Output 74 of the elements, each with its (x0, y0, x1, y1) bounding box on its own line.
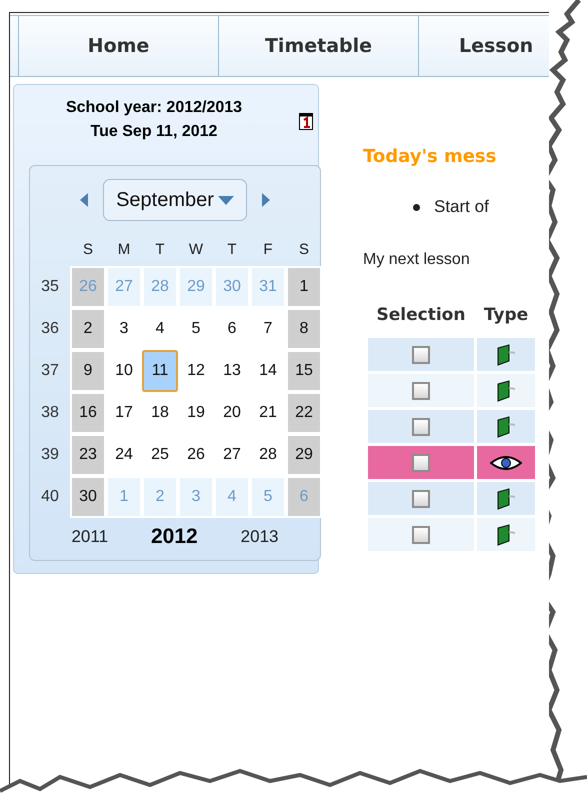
checkbox[interactable] (412, 418, 430, 436)
board-icon (496, 524, 516, 546)
checkbox[interactable] (412, 490, 430, 508)
calendar-day[interactable]: 24 (106, 434, 142, 476)
weekday-label: F (262, 240, 274, 260)
calendar-day[interactable]: 26 (178, 434, 214, 476)
calendar-day[interactable]: 16 (70, 392, 106, 434)
calendar-day[interactable]: 21 (250, 392, 286, 434)
board-icon (496, 488, 516, 510)
board-icon (496, 344, 516, 366)
week-number: 40 (40, 487, 60, 507)
year-link[interactable]: 2012 (144, 524, 204, 550)
calendar-day[interactable]: 13 (214, 350, 250, 392)
message-text: Start of (434, 197, 489, 217)
calendar-day[interactable]: 29 (286, 434, 322, 476)
calendar-day[interactable]: 22 (286, 392, 322, 434)
school-year: School year: 2012/2013 (66, 99, 242, 117)
year-link[interactable]: 2011 (65, 524, 114, 550)
calendar-day[interactable]: 20 (214, 392, 250, 434)
checkbox[interactable] (412, 454, 430, 472)
week-number: 37 (40, 361, 60, 381)
calendar-day[interactable]: 14 (250, 350, 286, 392)
week-number: 38 (40, 403, 60, 423)
calendar-day[interactable]: 12 (178, 350, 214, 392)
week-number: 35 (40, 277, 60, 297)
weekday-label: T (154, 240, 166, 260)
column-header: Type (482, 305, 530, 327)
calendar-day[interactable]: 11 (142, 350, 178, 392)
week-number: 36 (40, 319, 60, 339)
calendar-day[interactable]: 8 (286, 308, 322, 350)
calendar-day[interactable]: 6 (214, 308, 250, 350)
eye-icon (490, 454, 522, 470)
nav-tab[interactable]: Lesson (419, 16, 539, 76)
calendar-day[interactable]: 30 (70, 476, 106, 518)
calendar-day[interactable]: 15 (286, 350, 322, 392)
checkbox[interactable] (412, 382, 430, 400)
calendar-day[interactable]: 10 (106, 350, 142, 392)
calendar-day[interactable]: 5 (178, 308, 214, 350)
next-icon[interactable] (260, 193, 271, 207)
weekday-label: S (298, 240, 310, 260)
calendar-day[interactable]: 19 (178, 392, 214, 434)
calendar-day[interactable]: 28 (250, 434, 286, 476)
calendar-day[interactable]: 25 (142, 434, 178, 476)
weekday-label: T (226, 240, 238, 260)
month-dropdown[interactable]: September (103, 179, 247, 221)
calendar-day[interactable]: 4 (142, 308, 178, 350)
calendar-icon[interactable] (299, 113, 313, 130)
year-link[interactable]: 2013 (234, 524, 284, 550)
calendar-day[interactable]: 3 (106, 308, 142, 350)
checkbox[interactable] (412, 346, 430, 364)
board-icon (496, 380, 516, 402)
weekday-label: M (116, 240, 132, 260)
caret-icon (218, 196, 234, 204)
calendar-day[interactable]: 27 (214, 434, 250, 476)
calendar-day[interactable]: 23 (70, 434, 106, 476)
nav-tab[interactable]: Home (19, 16, 219, 76)
checkbox[interactable] (412, 526, 430, 544)
nav-tab[interactable]: Timetable (219, 16, 419, 76)
calendar-day[interactable]: 2 (70, 308, 106, 350)
calendar-day[interactable]: 7 (250, 308, 286, 350)
weekday-label: S (82, 240, 94, 260)
next-lesson-label: My next lesson (363, 251, 471, 269)
calendar-day[interactable]: 9 (70, 350, 106, 392)
column-header: Selection (376, 305, 466, 327)
bullet-icon (413, 204, 420, 210)
messages-heading: Today's mess (363, 146, 498, 167)
calendar-day[interactable]: 18 (142, 392, 178, 434)
previous-icon[interactable] (79, 193, 90, 207)
current-date: Tue Sep 11, 2012 (90, 123, 218, 141)
board-icon (496, 416, 516, 438)
calendar-day[interactable]: 17 (106, 392, 142, 434)
calendar-day[interactable]: 1 (286, 266, 322, 308)
weekday-label: W (188, 240, 204, 260)
week-number: 39 (40, 445, 60, 465)
